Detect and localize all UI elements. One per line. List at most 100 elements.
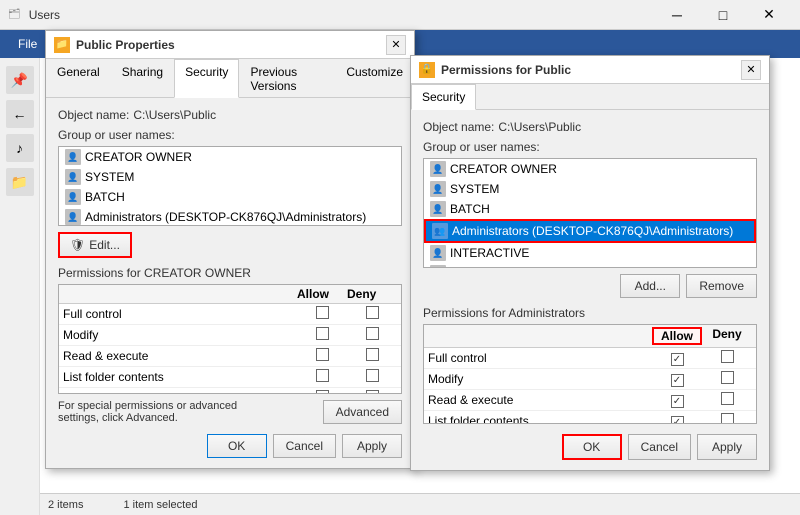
sidebar-pin-icon[interactable]: 📌 [6,66,34,94]
perm-group-system: SYSTEM [450,182,499,196]
permissions-body: Object name: C:\Users\Public Group or us… [411,110,769,470]
public-properties-close[interactable]: ✕ [386,35,406,55]
perm-admin-table: Allow Deny Full control Modify Read & ex… [423,324,757,424]
deny-listfolder-checkbox[interactable] [721,413,734,424]
tab-previous-versions[interactable]: Previous Versions [239,59,335,98]
allow-checkbox[interactable] [316,369,329,382]
allow-checkbox[interactable] [316,327,329,340]
maximize-button[interactable]: □ [700,0,746,30]
apply-button[interactable]: Apply [342,434,402,458]
security-icon: 🔒 [419,62,435,78]
group-list[interactable]: 👤 CREATOR OWNER 👤 SYSTEM 👤 BATCH 👤 Admin… [58,146,402,226]
perm-admin-listfolder: List folder contents [428,414,652,424]
deny-checkbox[interactable] [366,390,379,394]
ok-button[interactable]: OK [207,434,267,458]
perm-apply-button[interactable]: Apply [697,434,757,460]
deny-checkbox[interactable] [366,306,379,319]
allow-checkbox[interactable] [316,348,329,361]
list-item[interactable]: 👤 Administrators (DESKTOP-CK876QJ\Admini… [59,207,401,226]
user-icon: 👥 [432,223,448,239]
remove-button[interactable]: Remove [686,274,757,298]
perm-group-admin: Administrators (DESKTOP-CK876QJ\Administ… [452,224,733,238]
list-item[interactable]: 👤 SERVICE [424,263,756,268]
list-item[interactable]: 👤 CREATOR OWNER [424,159,756,179]
list-item[interactable]: 👤 SYSTEM [424,179,756,199]
title-bar-icons: 🗂 [8,9,21,20]
title-bar-controls: ─ □ ✕ [654,0,792,30]
allow-checkbox[interactable] [316,306,329,319]
tab-security[interactable]: Security [174,59,239,98]
edit-button[interactable]: 🛡 Edit... [58,232,132,258]
user-icon: 👤 [430,201,446,217]
perm-admin-row: Modify [424,369,756,390]
group-item-admin: Administrators (DESKTOP-CK876QJ\Administ… [85,210,366,224]
perm-group-creator: CREATOR OWNER [450,162,557,176]
perm-admin-header: Allow Deny [424,325,756,348]
object-name-value: C:\Users\Public [133,108,216,122]
list-item[interactable]: 👤 BATCH [424,199,756,219]
user-icon: 👤 [65,149,81,165]
list-item[interactable]: 👤 CREATOR OWNER [59,147,401,167]
close-button[interactable]: ✕ [746,0,792,30]
folder-icon: 📁 [54,37,70,53]
deny-modify-checkbox[interactable] [721,371,734,384]
perm-col-allow: Allow [652,327,702,345]
perm-group-batch: BATCH [450,202,490,216]
perm-group-list[interactable]: 👤 CREATOR OWNER 👤 SYSTEM 👤 BATCH 👥 Admin… [423,158,757,268]
tab-security-perm[interactable]: Security [411,84,476,110]
user-icon: 👤 [430,245,446,261]
user-icon: 👤 [430,181,446,197]
allow-modify-checkbox[interactable] [671,374,684,387]
perm-name-col [63,287,297,301]
status-selection: 1 item selected [123,499,197,511]
perm-admin-label: Permissions for Administrators [423,306,757,320]
perm-admin-readexec: Read & execute [428,393,652,407]
minimize-button[interactable]: ─ [654,0,700,30]
sidebar-music-icon[interactable]: ♪ [6,134,34,162]
perm-cancel-button[interactable]: Cancel [628,434,691,460]
perm-header: Allow Deny [59,285,401,304]
user-icon: 👤 [430,265,446,268]
perm-admin-row: Read & execute [424,390,756,411]
public-properties-dialog: 📁 Public Properties ✕ General Sharing Se… [45,30,415,469]
perm-name: Read [63,391,297,394]
list-item[interactable]: 👤 BATCH [59,187,401,207]
group-label: Group or user names: [58,128,402,142]
user-icon: 👤 [430,161,446,177]
tab-general[interactable]: General [46,59,111,98]
perm-row: List folder contents [59,367,401,388]
sidebar-folder-icon[interactable]: 📁 [6,168,34,196]
list-item[interactable]: 👤 INTERACTIVE [424,243,756,263]
add-button[interactable]: Add... [620,274,680,298]
perm-ok-button[interactable]: OK [562,434,622,460]
deny-readexec-checkbox[interactable] [721,392,734,405]
allow-checkbox[interactable] [316,390,329,394]
allow-listfolder-checkbox[interactable] [671,416,684,425]
perm-row: Full control [59,304,401,325]
sidebar-back-icon[interactable]: ← [6,100,34,128]
public-properties-title: Public Properties [76,38,175,52]
perm-group-interactive: INTERACTIVE [450,246,529,260]
user-icon: 👤 [65,209,81,225]
tab-customize[interactable]: Customize [335,59,414,98]
allow-readexec-checkbox[interactable] [671,395,684,408]
permissions-close[interactable]: ✕ [741,60,761,80]
tab-sharing[interactable]: Sharing [111,59,174,98]
deny-checkbox[interactable] [366,327,379,340]
sidebar: 📌 ← ♪ 📁 [0,58,40,515]
window-title: Users [29,8,60,22]
perm-name: Full control [63,307,297,321]
allow-full-checkbox[interactable] [671,353,684,366]
list-item[interactable]: 👤 SYSTEM [59,167,401,187]
perm-admin-fullcontrol: Full control [428,351,652,365]
deny-checkbox[interactable] [366,348,379,361]
advanced-note: For special permissions or advanced sett… [58,400,268,424]
list-item-selected[interactable]: 👥 Administrators (DESKTOP-CK876QJ\Admini… [424,219,756,243]
file-menu-button[interactable]: File [8,33,47,55]
perm-group-service: SERVICE [450,266,502,268]
perm-name: List folder contents [63,370,297,384]
deny-full-checkbox[interactable] [721,350,734,363]
advanced-button[interactable]: Advanced [323,400,402,424]
deny-checkbox[interactable] [366,369,379,382]
cancel-button[interactable]: Cancel [273,434,336,458]
